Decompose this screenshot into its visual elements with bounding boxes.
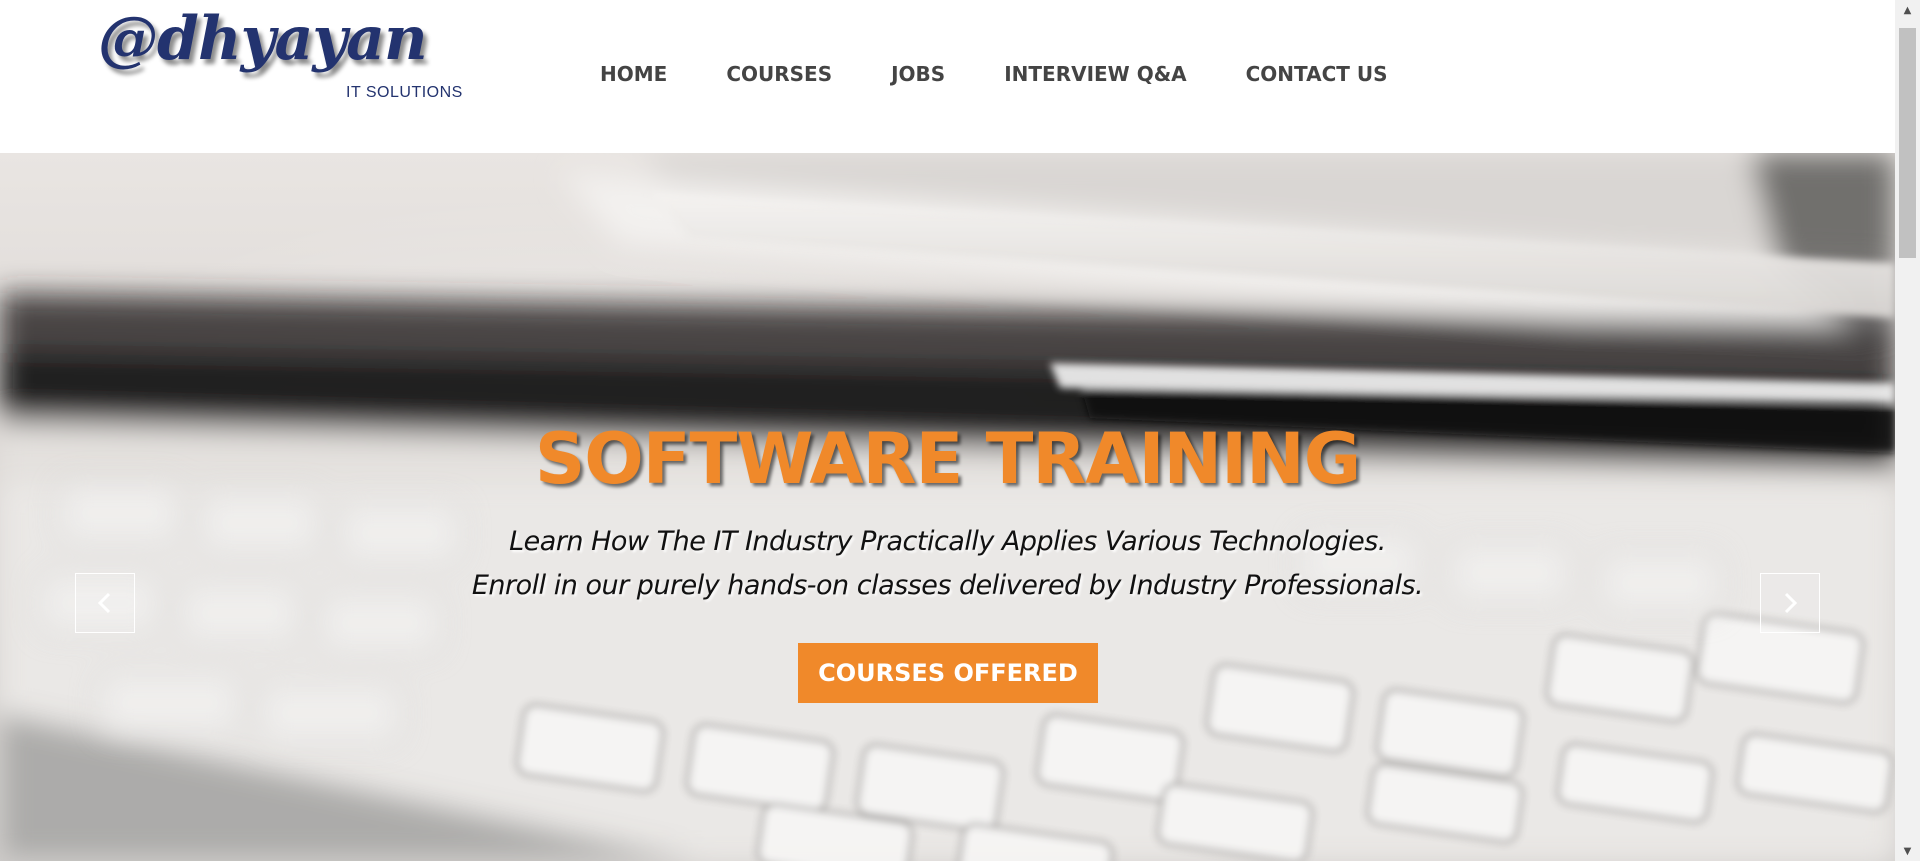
- hero-carousel: SOFTWARE TRAINING Learn How The IT Indus…: [0, 153, 1895, 861]
- nav-home[interactable]: HOME: [600, 58, 667, 90]
- hero-subtitle-line1: Learn How The IT Industry Practically Ap…: [509, 526, 1386, 557]
- nav-interview-qa[interactable]: INTERVIEW Q&A: [1004, 58, 1186, 90]
- site-logo[interactable]: @dhyayan IT SOLUTIONS: [98, 4, 478, 124]
- arrow-down-icon[interactable]: ▼: [1895, 841, 1920, 861]
- hero-title: SOFTWARE TRAINING: [534, 418, 1361, 500]
- carousel-prev-button[interactable]: [75, 573, 135, 633]
- nav-jobs[interactable]: JOBS: [891, 58, 945, 90]
- courses-offered-button[interactable]: COURSES OFFERED: [798, 643, 1098, 703]
- page: @dhyayan IT SOLUTIONS HOME COURSES JOBS …: [0, 0, 1920, 861]
- hero-background-image: [0, 153, 1895, 861]
- carousel-next-button[interactable]: [1760, 573, 1820, 633]
- arrow-up-icon[interactable]: ▲: [1895, 0, 1920, 20]
- logo-script-text: @dhyayan: [98, 4, 428, 74]
- site-header: @dhyayan IT SOLUTIONS HOME COURSES JOBS …: [0, 0, 1895, 153]
- chevron-right-icon: [1784, 592, 1798, 614]
- hero-subtitle-line2: Enroll in our purely hands-on classes de…: [471, 570, 1424, 601]
- page-scrollbar[interactable]: ▲ ▼: [1895, 0, 1920, 861]
- nav-courses[interactable]: COURSES: [726, 58, 832, 90]
- scrollbar-thumb[interactable]: [1899, 28, 1916, 258]
- nav-contact-us[interactable]: CONTACT US: [1246, 58, 1388, 90]
- chevron-left-icon: [97, 592, 111, 614]
- logo-subtitle: IT SOLUTIONS: [346, 84, 463, 101]
- main-nav: HOME COURSES JOBS INTERVIEW Q&A CONTACT …: [600, 58, 1447, 90]
